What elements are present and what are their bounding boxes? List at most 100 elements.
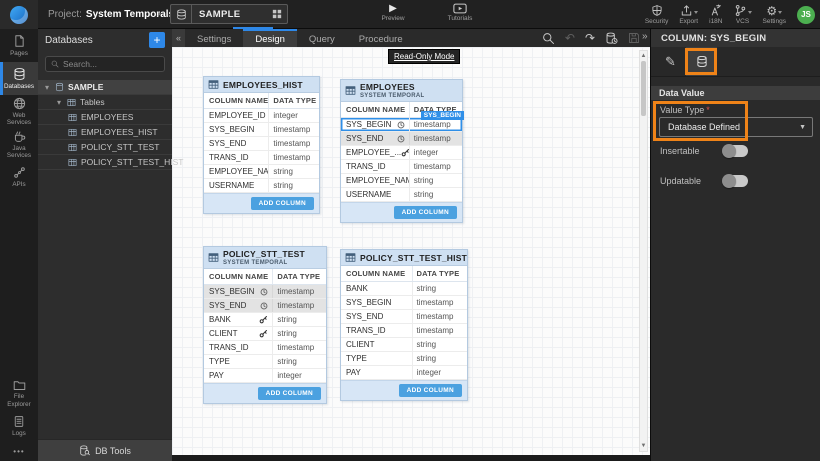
clock-icon [397, 121, 405, 129]
rail-item-pages[interactable]: Pages [0, 29, 38, 62]
table-row[interactable]: PAYinteger [341, 366, 467, 380]
search-box[interactable] [45, 56, 165, 72]
rail-item-apis[interactable]: APIs [0, 161, 38, 194]
table-row[interactable]: TYPEstring [341, 352, 467, 366]
vcs-button[interactable]: VCS [734, 4, 752, 25]
more-options-button[interactable]: ••• [0, 443, 38, 459]
collapse-panel-button[interactable]: « [172, 29, 185, 47]
table-card-policy-stt-test-hist[interactable]: POLICY_STT_TEST_HIST COLUMN NAME DATA TY… [340, 249, 468, 401]
table-row[interactable]: CLIENT string [204, 327, 326, 341]
table-row[interactable]: SYS_BEGINtimestamp [341, 296, 467, 310]
table-card-header[interactable]: EMPLOYEES_HIST [204, 77, 319, 93]
column-name: USERNAME [346, 190, 391, 199]
table-row-selected[interactable]: SYS_BEGIN timestamp SYS_BEGIN [341, 118, 462, 132]
tutorials-button[interactable]: Tutorials [435, 3, 485, 22]
app-logo[interactable] [0, 0, 38, 29]
caret-down-icon[interactable]: ▾ [55, 98, 63, 107]
tab-settings[interactable]: Settings [185, 29, 243, 47]
tree-node-sample-db[interactable]: ▾ SAMPLE [38, 80, 172, 95]
table-row[interactable]: TRANS_IDtimestamp [341, 160, 462, 174]
column-type: timestamp [272, 285, 326, 298]
tree-node-tables[interactable]: ▾ Tables [38, 95, 172, 110]
table-row[interactable]: SYS_BEGINtimestamp [204, 123, 319, 137]
table-row[interactable]: TRANS_IDtimestamp [204, 151, 319, 165]
insertable-toggle[interactable] [723, 145, 748, 157]
data-value-section-header: Data Value [651, 86, 820, 100]
add-column-button[interactable]: ADD COLUMN [399, 384, 462, 397]
save-icon[interactable] [628, 32, 640, 44]
table-row[interactable]: SYS_BEGIN timestamp [204, 285, 326, 299]
scrollbar-thumb[interactable] [641, 61, 646, 116]
scroll-down-arrow[interactable]: ▼ [640, 442, 647, 450]
table-row[interactable]: SYS_ENDtimestamp [341, 310, 467, 324]
rail-item-databases[interactable]: Databases [0, 62, 38, 95]
security-button[interactable]: Security [645, 4, 668, 25]
table-row[interactable]: EMPLOYEE_IDinteger [204, 109, 319, 123]
rail-item-logs[interactable]: Logs [0, 410, 38, 443]
undo-icon[interactable]: ↶ [565, 31, 575, 45]
sample-workspace-tab[interactable]: SAMPLE [170, 4, 288, 24]
add-column-button[interactable]: ADD COLUMN [394, 206, 457, 219]
rail-item-java-services[interactable]: Java Services [0, 128, 38, 161]
data-tab[interactable] [686, 47, 717, 76]
table-row[interactable]: EMPLOYEE_NAMEstring [341, 174, 462, 188]
export-button[interactable]: Export [679, 4, 698, 25]
table-row[interactable]: SYS_END timestamp [204, 299, 326, 313]
add-column-button[interactable]: ADD COLUMN [258, 387, 321, 400]
edit-tab[interactable]: ✎ [655, 47, 686, 76]
rail-item-web-services[interactable]: Web Services [0, 95, 38, 128]
settings-button[interactable]: ⚙ Settings [763, 4, 787, 25]
i18n-button[interactable]: i18N [709, 4, 722, 25]
tree-node-label: EMPLOYEES [81, 112, 133, 122]
search-input[interactable] [63, 59, 159, 69]
table-card-policy-stt-test[interactable]: POLICY_STT_TEST SYSTEM TEMPORAL COLUMN N… [203, 246, 327, 404]
table-row[interactable]: TYPEstring [204, 355, 326, 369]
tab-query[interactable]: Query [297, 29, 347, 47]
scroll-up-arrow[interactable]: ▲ [640, 52, 647, 60]
table-row[interactable]: USERNAMEstring [341, 188, 462, 202]
tree-node-table[interactable]: POLICY_STT_TEST_HIST [38, 155, 172, 170]
rail-item-file-explorer[interactable]: File Explorer [0, 377, 38, 410]
tab-procedure[interactable]: Procedure [347, 29, 415, 47]
caret-down-icon[interactable]: ▾ [43, 83, 51, 92]
table-row[interactable]: PAYinteger [204, 369, 326, 383]
column-type: timestamp [409, 132, 462, 145]
user-avatar[interactable]: JS [797, 6, 815, 24]
table-row[interactable]: EMPLOYEE_NAMEstring [204, 165, 319, 179]
canvas-scrollbar[interactable]: ▲ ▼ [639, 50, 648, 452]
grid-icon[interactable] [267, 9, 287, 19]
table-card-header[interactable]: EMPLOYEES SYSTEM TEMPORAL [341, 80, 462, 102]
expand-panel-button[interactable]: » [642, 31, 648, 42]
redo-icon[interactable]: ↷ [585, 31, 595, 45]
table-row[interactable]: EMPLOYEE_... integer [341, 146, 462, 160]
preview-button[interactable]: ▶ Preview [372, 3, 414, 22]
table-row[interactable]: SYS_ENDtimestamp [204, 137, 319, 151]
table-row[interactable]: SYS_END timestamp [341, 132, 462, 146]
table-row[interactable]: BANK string [204, 313, 326, 327]
add-database-button[interactable]: + [149, 32, 165, 48]
table-card-employees[interactable]: EMPLOYEES SYSTEM TEMPORAL COLUMN NAME DA… [340, 79, 463, 223]
search-icon[interactable] [542, 32, 555, 45]
table-card-header[interactable]: POLICY_STT_TEST SYSTEM TEMPORAL [204, 247, 326, 269]
primary-key-icon [259, 315, 268, 324]
column-type: timestamp [412, 296, 467, 309]
table-row[interactable]: USERNAMEstring [204, 179, 319, 193]
db-refresh-icon[interactable] [605, 32, 618, 45]
tree-node-table[interactable]: POLICY_STT_TEST [38, 140, 172, 155]
updatable-toggle[interactable] [723, 175, 748, 187]
db-tools-button[interactable]: DB Tools [38, 439, 172, 461]
panel-title: COLUMN: SYS_BEGIN [651, 29, 820, 47]
tree-node-table[interactable]: EMPLOYEES_HIST [38, 125, 172, 140]
add-column-button[interactable]: ADD COLUMN [251, 197, 314, 210]
table-row[interactable]: CLIENTstring [341, 338, 467, 352]
value-type-select[interactable]: Database Defined ▼ [659, 117, 813, 137]
table-row[interactable]: TRANS_IDtimestamp [341, 324, 467, 338]
table-row[interactable]: TRANS_IDtimestamp [204, 341, 326, 355]
tab-design[interactable]: Design [243, 29, 297, 47]
tree-node-table[interactable]: EMPLOYEES [38, 110, 172, 125]
table-card-employees-hist[interactable]: EMPLOYEES_HIST COLUMN NAME DATA TYPE EMP… [203, 76, 320, 214]
column-name: TRANS_ID [346, 162, 386, 171]
table-card-header[interactable]: POLICY_STT_TEST_HIST [341, 250, 467, 266]
design-canvas[interactable]: Read-Only Mode EMPLOYEES_HIST COLUMN NAM… [172, 47, 650, 455]
table-row[interactable]: BANKstring [341, 282, 467, 296]
